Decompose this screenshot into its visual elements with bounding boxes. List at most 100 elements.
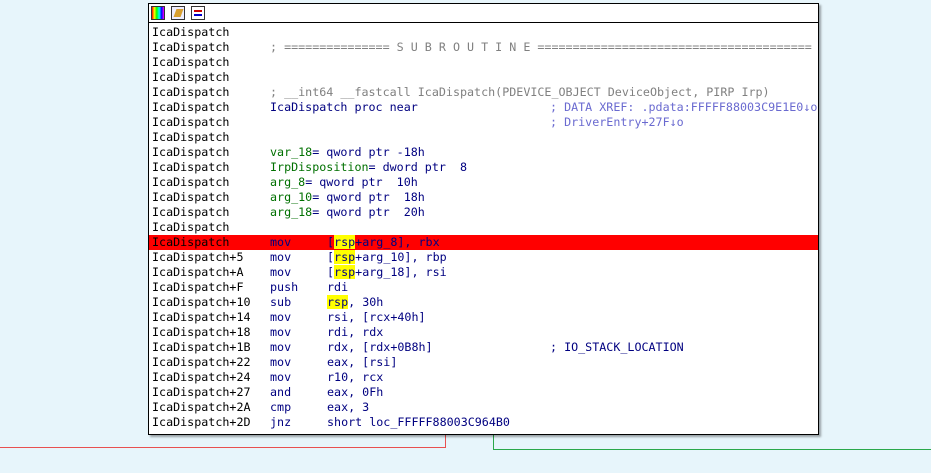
operands[interactable]: r10, rcx: [327, 370, 383, 385]
mnemonic[interactable]: and: [270, 385, 291, 400]
disassembly-line[interactable]: IcaDispatch arg_10= qword ptr 18h: [149, 190, 818, 205]
disassembly-line[interactable]: IcaDispatch+14 mov rsi, [rcx+40h]: [149, 310, 818, 325]
disassembly-line[interactable]: IcaDispatch+1B mov rdx, [rdx+0B8h] ; IO_STA…: [149, 340, 818, 355]
address-label[interactable]: IcaDispatch: [152, 205, 229, 220]
address-label[interactable]: IcaDispatch: [152, 145, 229, 160]
stack-variable[interactable]: var_18= qword ptr -18h: [270, 145, 425, 160]
xref-comment[interactable]: ; DriverEntry+27F↓o: [550, 115, 684, 130]
disassembly-line[interactable]: IcaDispatch: [149, 25, 818, 40]
operand-text[interactable]: +arg_18], rsi: [355, 265, 446, 279]
disassembly-line[interactable]: IcaDispatch arg_8= qword ptr 10h: [149, 175, 818, 190]
operands[interactable]: rsp, 30h: [327, 295, 383, 310]
disassembly-line[interactable]: IcaDispatch arg_18= qword ptr 20h: [149, 205, 818, 220]
address-label[interactable]: IcaDispatch+2D: [152, 415, 251, 430]
disassembly-line[interactable]: IcaDispatch+2D jnz short loc_FFFFF88003C96…: [149, 415, 818, 430]
mnemonic[interactable]: cmp: [270, 400, 291, 415]
disassembly-line[interactable]: IcaDispatch: [149, 220, 818, 235]
operands[interactable]: rdi, rdx: [327, 325, 383, 340]
address-label[interactable]: IcaDispatch+27: [152, 385, 251, 400]
operand-text[interactable]: +arg_8], rbx: [355, 235, 439, 249]
mnemonic[interactable]: mov: [270, 325, 291, 340]
operand-text[interactable]: rdx, [rdx+0B8h]: [327, 340, 433, 354]
operand-text[interactable]: +arg_10], rbp: [355, 250, 446, 264]
highlighted-register[interactable]: rsp: [334, 250, 356, 264]
address-label[interactable]: IcaDispatch+A: [152, 265, 243, 280]
operand-text[interactable]: rdi, rdx: [327, 325, 383, 339]
operand-text[interactable]: short loc_FFFFF88003C964B0: [327, 415, 510, 429]
disassembly-line[interactable]: IcaDispatch ; =============== S U B R O U…: [149, 40, 818, 55]
address-label[interactable]: IcaDispatch: [152, 235, 229, 250]
operands[interactable]: rsi, [rcx+40h]: [327, 310, 426, 325]
mnemonic[interactable]: push: [270, 280, 298, 295]
address-label[interactable]: IcaDispatch+F: [152, 280, 243, 295]
disassembly-line[interactable]: IcaDispatch ; DriverEntry+27F↓o: [149, 115, 818, 130]
operand-text[interactable]: eax, 0Fh: [327, 385, 383, 399]
disassembly-line[interactable]: IcaDispatch: [149, 70, 818, 85]
operands[interactable]: rdx, [rdx+0B8h]: [327, 340, 433, 355]
disassembly-line[interactable]: IcaDispatch+2A cmp eax, 3: [149, 400, 818, 415]
address-label[interactable]: IcaDispatch: [152, 175, 229, 190]
address-label[interactable]: IcaDispatch+14: [152, 310, 251, 325]
operands[interactable]: rdi: [327, 280, 348, 295]
operand-text[interactable]: , 30h: [348, 295, 383, 309]
stack-variable[interactable]: IrpDisposition= dword ptr 8: [270, 160, 467, 175]
disassembly-line[interactable]: IcaDispatch IcaDispatch proc near ; DATA X…: [149, 100, 818, 115]
proc-declaration[interactable]: IcaDispatch proc near: [270, 100, 418, 115]
disassembly-line[interactable]: IcaDispatch+5 mov [rsp+arg_10], rbp: [149, 250, 818, 265]
operands[interactable]: short loc_FFFFF88003C964B0: [327, 415, 510, 430]
address-label[interactable]: IcaDispatch: [152, 220, 229, 235]
disassembly-line[interactable]: IcaDispatch+22 mov eax, [rsi]: [149, 355, 818, 370]
address-label[interactable]: IcaDispatch+18: [152, 325, 251, 340]
stack-variable-name[interactable]: arg_18: [270, 205, 312, 219]
graph-view-icon[interactable]: [191, 6, 205, 20]
stack-variable[interactable]: arg_8= qword ptr 10h: [270, 175, 418, 190]
stack-variable-name[interactable]: var_18: [270, 145, 312, 159]
address-label[interactable]: IcaDispatch: [152, 55, 229, 70]
address-label[interactable]: IcaDispatch+24: [152, 370, 251, 385]
mnemonic[interactable]: mov: [270, 265, 291, 280]
disassembly-line[interactable]: IcaDispatch ; __int64 __fastcall IcaDispa…: [149, 85, 818, 100]
operands[interactable]: [rsp+arg_10], rbp: [327, 250, 447, 265]
operand-text[interactable]: [: [327, 235, 334, 249]
mnemonic[interactable]: mov: [270, 340, 291, 355]
disassembly-line[interactable]: IcaDispatch: [149, 55, 818, 70]
operand-text[interactable]: [: [327, 265, 334, 279]
address-label[interactable]: IcaDispatch: [152, 115, 229, 130]
mnemonic[interactable]: sub: [270, 295, 291, 310]
operand-text[interactable]: rsi, [rcx+40h]: [327, 310, 426, 324]
operands[interactable]: [rsp+arg_8], rbx: [327, 235, 440, 250]
mnemonic[interactable]: mov: [270, 310, 291, 325]
stack-variable-name[interactable]: arg_8: [270, 175, 305, 189]
mnemonic[interactable]: jnz: [270, 415, 291, 430]
disassembly-line[interactable]: IcaDispatch+24 mov r10, rcx: [149, 370, 818, 385]
color-palette-icon[interactable]: [151, 6, 165, 20]
operands[interactable]: eax, 3: [327, 400, 369, 415]
disassembly-line[interactable]: IcaDispatch: [149, 130, 818, 145]
edit-node-icon[interactable]: [171, 6, 185, 20]
address-label[interactable]: IcaDispatch: [152, 25, 229, 40]
stack-variable[interactable]: arg_10= qword ptr 18h: [270, 190, 425, 205]
highlighted-register[interactable]: rsp: [334, 265, 356, 279]
address-label[interactable]: IcaDispatch: [152, 100, 229, 115]
address-label[interactable]: IcaDispatch+10: [152, 295, 251, 310]
address-label[interactable]: IcaDispatch: [152, 85, 229, 100]
address-label[interactable]: IcaDispatch: [152, 160, 229, 175]
address-label[interactable]: IcaDispatch+2A: [152, 400, 251, 415]
disassembly-line[interactable]: IcaDispatch IrpDisposition= dword ptr 8: [149, 160, 818, 175]
highlighted-register[interactable]: rsp: [334, 235, 356, 249]
mnemonic[interactable]: mov: [270, 370, 291, 385]
address-label[interactable]: IcaDispatch: [152, 70, 229, 85]
operand-text[interactable]: eax, 3: [327, 400, 369, 414]
disassembly-line[interactable]: IcaDispatch+F push rdi: [149, 280, 818, 295]
address-label[interactable]: IcaDispatch+5: [152, 250, 243, 265]
mnemonic[interactable]: mov: [270, 250, 291, 265]
disassembly-line[interactable]: IcaDispatch var_18= qword ptr -18h: [149, 145, 818, 160]
disassembly-line[interactable]: IcaDispatch+18 mov rdi, rdx: [149, 325, 818, 340]
operands[interactable]: eax, [rsi]: [327, 355, 397, 370]
address-label[interactable]: IcaDispatch+1B: [152, 340, 251, 355]
node-header[interactable]: [149, 4, 818, 23]
stack-variable-name[interactable]: arg_10: [270, 190, 312, 204]
operand-text[interactable]: rdi: [327, 280, 348, 294]
address-label[interactable]: IcaDispatch: [152, 190, 229, 205]
disassembly-line[interactable]: IcaDispatch+A mov [rsp+arg_18], rsi: [149, 265, 818, 280]
